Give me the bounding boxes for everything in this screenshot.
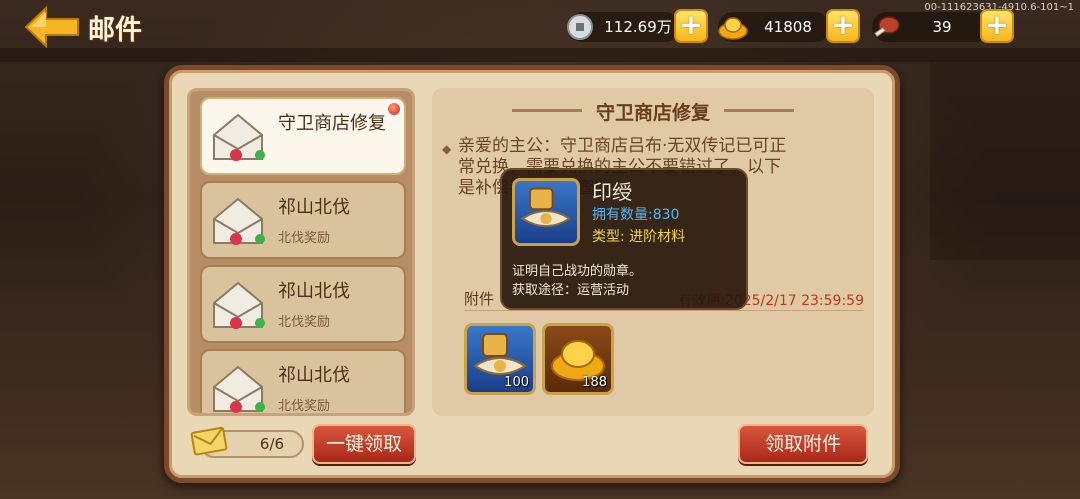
diamond-bullet-icon: ◆ — [442, 142, 452, 156]
background-beam — [0, 48, 1080, 62]
mail-title: 祁山北伐 — [278, 281, 350, 302]
mail-subtitle: 北伐奖励 — [278, 399, 331, 414]
silver-coin-icon — [567, 14, 593, 40]
add-gold-button[interactable]: + — [826, 9, 860, 43]
seal-ribbon-icon — [520, 187, 572, 228]
tooltip-desc-line: 证明自己战功的勋章。 — [512, 264, 643, 279]
mail-item-3[interactable]: 祁山北伐 北伐奖励 — [200, 349, 406, 414]
attachment-count: 188 — [582, 375, 607, 390]
attachment-slot-0[interactable]: 100 — [464, 323, 536, 395]
tooltip-item-icon — [512, 178, 580, 246]
attachment-count: 100 — [504, 375, 529, 390]
mail-count: 6/6 — [259, 435, 285, 453]
open-envelope-icon — [213, 113, 265, 161]
claim-all-button[interactable]: 一键领取 — [312, 424, 416, 464]
attachment-label: 附件 — [464, 290, 495, 308]
mail-item-0[interactable]: 守卫商店修复 — [200, 97, 406, 175]
item-tooltip: 印绶 拥有数量:830 类型: 进阶材料 证明自己战功的勋章。 获取途径：运营活… — [500, 168, 748, 310]
open-envelope-icon — [213, 365, 265, 413]
mail-title: 祁山北伐 — [278, 365, 350, 386]
silver-value: 112.69万 — [604, 18, 672, 36]
tooltip-desc-line: 获取途径：运营活动 — [512, 283, 630, 298]
tooltip-description: 证明自己战功的勋章。 获取途径：运营活动 — [512, 262, 642, 300]
claim-attachment-button[interactable]: 领取附件 — [738, 424, 868, 464]
mail-item-2[interactable]: 祁山北伐 北伐奖励 — [200, 265, 406, 343]
mail-item-1[interactable]: 祁山北伐 北伐奖励 — [200, 181, 406, 259]
open-envelope-icon — [213, 197, 265, 245]
tooltip-owned: 拥有数量:830 — [592, 207, 680, 223]
add-silver-button[interactable]: + — [674, 9, 708, 43]
gold-value: 41808 — [764, 18, 812, 36]
unread-dot — [386, 101, 402, 117]
mail-title: 祁山北伐 — [278, 197, 350, 218]
mail-detail-title: 守卫商店修复 — [595, 102, 710, 124]
attachment-slot-1[interactable]: 188 — [542, 323, 614, 395]
page-title: 邮件 — [88, 15, 142, 46]
mail-list[interactable]: 守卫商店修复 祁山北伐 北伐奖励 祁山北伐 北伐奖励 祁山北伐 北伐奖励 — [187, 88, 415, 416]
mail-envelope-icon — [190, 426, 228, 456]
open-envelope-icon — [213, 281, 265, 329]
tooltip-type: 类型: 进阶材料 — [592, 229, 686, 245]
stamina-value: 39 — [932, 18, 952, 36]
meat-drumstick-icon — [874, 16, 900, 38]
divider — [464, 310, 864, 311]
gold-ingot-icon — [718, 17, 748, 40]
mail-title: 守卫商店修复 — [278, 113, 386, 134]
mail-subtitle: 北伐奖励 — [278, 315, 331, 330]
currency-silver: 112.69万 — [567, 12, 680, 42]
currency-gold: 41808 — [718, 12, 830, 42]
add-stamina-button[interactable]: + — [980, 9, 1014, 43]
mail-body-line: 亲爱的主公：守卫商店吕布·无双传记已可正 — [458, 136, 787, 156]
background-shelf — [930, 60, 1080, 260]
tooltip-item-name: 印绶 — [592, 180, 632, 204]
back-arrow-icon[interactable] — [24, 6, 82, 48]
currency-stamina: 39 — [872, 12, 990, 42]
mail-subtitle: 北伐奖励 — [278, 231, 331, 246]
